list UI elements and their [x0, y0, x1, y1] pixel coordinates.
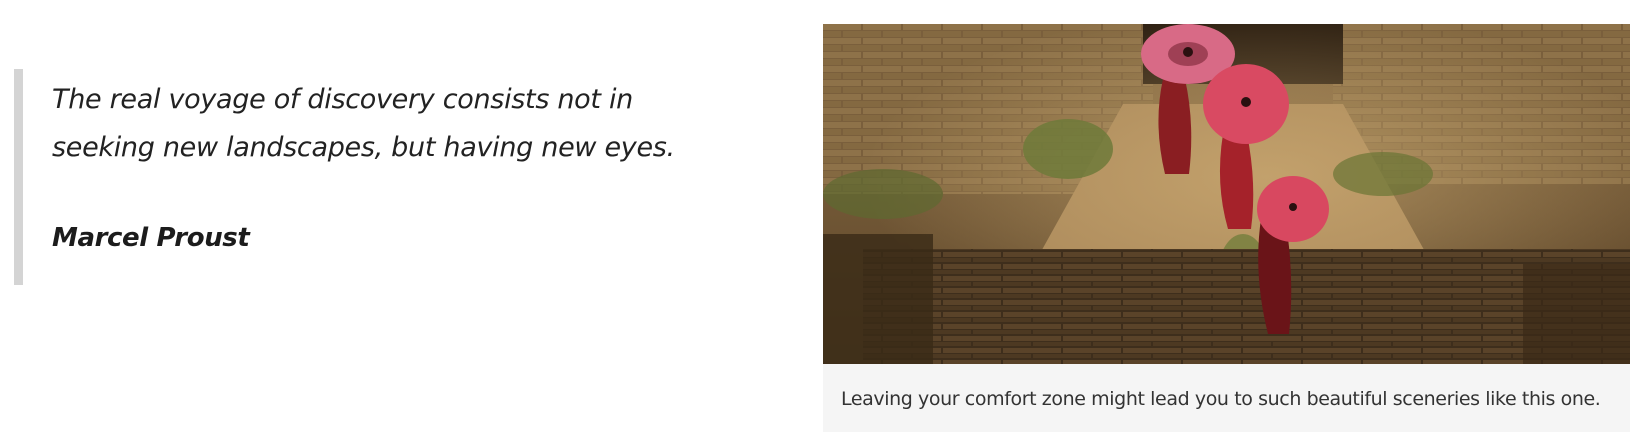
caption-bar: Leaving your comfort zone might lead you…	[823, 364, 1630, 432]
figure-caption: Leaving your comfort zone might lead you…	[841, 388, 1601, 410]
figure: Leaving your comfort zone might lead you…	[823, 24, 1630, 432]
quote-author: Marcel Proust	[52, 223, 250, 253]
quote-text: The real voyage of discovery consists no…	[52, 84, 675, 163]
photo-monks-with-umbrellas	[823, 24, 1630, 364]
